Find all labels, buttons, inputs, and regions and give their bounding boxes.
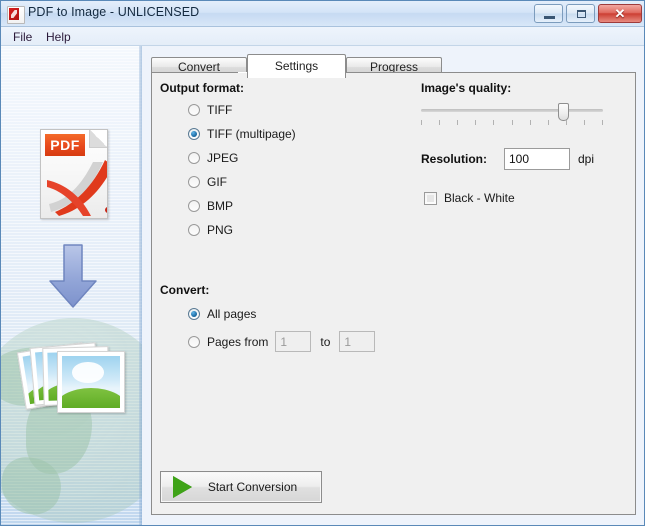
slider-tick bbox=[566, 120, 567, 125]
slider-tick bbox=[439, 120, 440, 125]
slider-tick bbox=[512, 120, 513, 125]
window-controls: ✕ bbox=[534, 4, 642, 23]
radio-label: All pages bbox=[207, 307, 257, 321]
close-icon: ✕ bbox=[614, 6, 626, 21]
application-window: PDF to Image - UNLICENSED ✕ File Help PD… bbox=[0, 0, 645, 526]
slider-tick bbox=[602, 120, 603, 125]
radio-icon bbox=[188, 176, 200, 188]
resolution-unit-label: dpi bbox=[578, 152, 595, 166]
title-bar: PDF to Image - UNLICENSED ✕ bbox=[1, 1, 644, 27]
slider-tick bbox=[457, 120, 458, 125]
slider-tick bbox=[548, 120, 549, 125]
down-arrow-icon bbox=[49, 244, 97, 308]
settings-panel: Output format: TIFF TIFF (multipage) JPE… bbox=[151, 72, 636, 515]
maximize-icon bbox=[577, 10, 586, 18]
radio-all-pages[interactable]: All pages bbox=[188, 305, 256, 323]
radio-label: PNG bbox=[207, 223, 234, 237]
radio-icon bbox=[188, 224, 200, 236]
radio-output-jpeg[interactable]: JPEG bbox=[188, 149, 238, 167]
radio-icon bbox=[188, 308, 200, 320]
slider-tick bbox=[584, 120, 585, 125]
image-quality-slider[interactable] bbox=[421, 101, 603, 131]
slider-tick bbox=[493, 120, 494, 125]
slider-track bbox=[421, 109, 603, 112]
pdf-file-icon: PDF bbox=[40, 129, 108, 219]
radio-icon bbox=[188, 200, 200, 212]
pages-range-row: Pages from to bbox=[188, 331, 376, 352]
radio-icon bbox=[188, 152, 200, 164]
resolution-input[interactable] bbox=[504, 148, 570, 170]
slider-tick bbox=[475, 120, 476, 125]
radio-output-tiff-multipage[interactable]: TIFF (multipage) bbox=[188, 125, 296, 143]
radio-output-bmp[interactable]: BMP bbox=[188, 197, 233, 215]
pdf-document-icon bbox=[7, 6, 25, 24]
page-from-input[interactable] bbox=[275, 331, 312, 352]
main-content: Convert Settings Progress Output format:… bbox=[142, 46, 644, 525]
radio-icon bbox=[188, 104, 200, 116]
menu-item-file[interactable]: File bbox=[8, 29, 37, 45]
slider-tick-marks bbox=[421, 120, 603, 126]
checkbox-label: Black - White bbox=[444, 191, 515, 205]
start-conversion-label: Start Conversion bbox=[207, 480, 298, 494]
pdf-swoosh-graphic bbox=[47, 160, 107, 216]
image-quality-label: Image's quality: bbox=[421, 81, 512, 95]
radio-label: Pages from bbox=[207, 334, 269, 349]
radio-label: GIF bbox=[207, 175, 227, 189]
radio-label: BMP bbox=[207, 199, 234, 213]
radio-output-png[interactable]: PNG bbox=[188, 221, 233, 239]
page-to-input[interactable] bbox=[339, 331, 376, 352]
minimize-icon bbox=[544, 16, 555, 19]
maximize-button[interactable] bbox=[566, 4, 595, 23]
slider-thumb[interactable] bbox=[558, 103, 569, 121]
close-button[interactable]: ✕ bbox=[598, 4, 642, 23]
pdf-badge-label: PDF bbox=[45, 134, 85, 156]
sidebar-illustration: PDF bbox=[1, 46, 142, 525]
play-icon bbox=[173, 476, 192, 498]
start-conversion-button[interactable]: Start Conversion bbox=[160, 471, 322, 503]
slider-tick bbox=[530, 120, 531, 125]
checkbox-icon bbox=[424, 191, 437, 205]
photo-stack-icon bbox=[16, 334, 126, 426]
convert-label: Convert: bbox=[160, 283, 210, 297]
black-white-checkbox[interactable]: Black - White bbox=[424, 191, 515, 205]
radio-output-gif[interactable]: GIF bbox=[188, 173, 227, 191]
slider-tick bbox=[421, 120, 422, 125]
radio-icon bbox=[188, 128, 200, 140]
minimize-button[interactable] bbox=[534, 4, 563, 23]
radio-label: JPEG bbox=[207, 151, 239, 165]
page-fold-icon bbox=[89, 130, 107, 148]
radio-label: TIFF bbox=[207, 103, 233, 117]
radio-label: TIFF (multipage) bbox=[207, 127, 296, 141]
page-range-to-label: to bbox=[320, 334, 331, 349]
menu-item-help[interactable]: Help bbox=[41, 29, 76, 45]
photo-thumb bbox=[57, 351, 125, 413]
radio-output-tiff[interactable]: TIFF bbox=[188, 101, 232, 119]
output-format-label: Output format: bbox=[160, 81, 244, 95]
resolution-label: Resolution: bbox=[421, 152, 487, 166]
window-title: PDF to Image - UNLICENSED bbox=[28, 5, 200, 19]
tab-settings[interactable]: Settings bbox=[247, 54, 346, 78]
menu-bar: File Help bbox=[1, 27, 644, 46]
radio-pages-from[interactable] bbox=[188, 335, 200, 348]
